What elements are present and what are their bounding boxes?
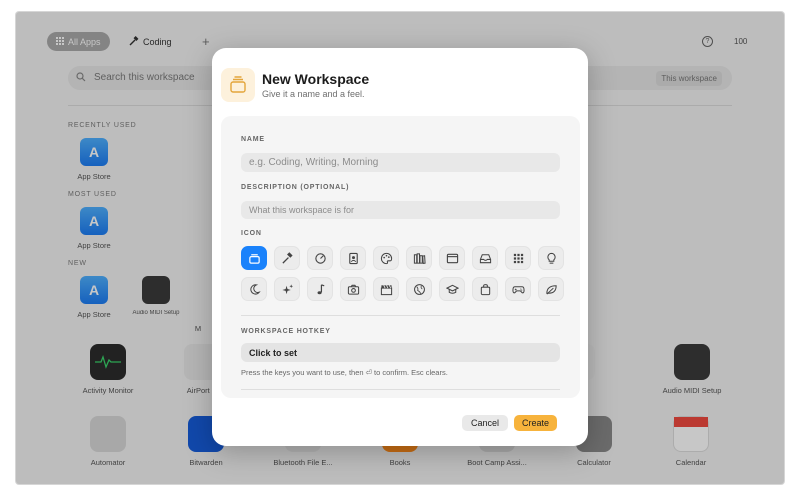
- dialog-subtitle: Give it a name and a feel.: [262, 89, 365, 99]
- lightbulb-icon: [546, 252, 556, 264]
- icon-option-window[interactable]: [439, 246, 465, 270]
- clapperboard-icon: [380, 284, 392, 295]
- camera-icon: [347, 284, 359, 295]
- icon-option-stack[interactable]: [241, 246, 267, 270]
- icon-option-hammer[interactable]: [274, 246, 300, 270]
- gamepad-icon: [511, 285, 525, 293]
- tray-icon: [479, 253, 491, 263]
- icon-option-tray[interactable]: [472, 246, 498, 270]
- window-icon: [446, 253, 458, 263]
- name-input[interactable]: [241, 153, 560, 172]
- description-input[interactable]: [241, 201, 560, 219]
- icon-option-grid[interactable]: [505, 246, 531, 270]
- icon-option-sparkles[interactable]: [274, 277, 300, 301]
- icon-option-globe[interactable]: [406, 277, 432, 301]
- grid-icon: [513, 253, 523, 263]
- icon-option-gauge[interactable]: [307, 246, 333, 270]
- gauge-icon: [314, 252, 326, 264]
- dialog-header: New Workspace Give it a name and a feel.: [212, 48, 588, 116]
- hotkey-label: WORKSPACE HOTKEY: [241, 328, 331, 335]
- leaf-icon: [545, 284, 557, 294]
- stack-icon: [248, 253, 260, 264]
- hotkey-record-button[interactable]: Click to set: [241, 343, 560, 362]
- icon-option-graduation-cap[interactable]: [439, 277, 465, 301]
- bag-icon: [480, 283, 490, 295]
- icon-option-music-note[interactable]: [307, 277, 333, 301]
- icon-option-moon[interactable]: [241, 277, 267, 301]
- dialog-footer: Cancel Create: [212, 400, 588, 446]
- new-workspace-dialog: New Workspace Give it a name and a feel.…: [212, 48, 588, 446]
- icon-option-clapperboard[interactable]: [373, 277, 399, 301]
- divider: [241, 389, 560, 390]
- portrait-icon: [348, 252, 358, 264]
- sparkles-icon: [281, 283, 293, 294]
- hotkey-hint: Press the keys you want to use, then ⏎ t…: [241, 368, 448, 377]
- cancel-button[interactable]: Cancel: [462, 415, 509, 431]
- dialog-title: New Workspace: [262, 71, 370, 87]
- icon-option-leaf[interactable]: [538, 277, 564, 301]
- graduation-cap-icon: [445, 284, 459, 294]
- divider: [241, 315, 560, 316]
- icon-option-palette[interactable]: [373, 246, 399, 270]
- music-note-icon: [317, 283, 324, 294]
- description-label: DESCRIPTION (OPTIONAL): [241, 184, 350, 191]
- moon-icon: [249, 283, 261, 295]
- books-icon: [413, 252, 426, 264]
- icon-option-books[interactable]: [406, 246, 432, 270]
- create-button[interactable]: Create: [514, 415, 558, 431]
- palette-icon: [380, 252, 392, 264]
- icon-option-portrait[interactable]: [340, 246, 366, 270]
- stack-icon: [221, 68, 255, 102]
- app-window: All Apps Coding + ? 100 Search this work…: [16, 12, 784, 484]
- icon-option-gamepad[interactable]: [505, 277, 531, 301]
- dialog-form: NAME DESCRIPTION (OPTIONAL) ICON: [221, 116, 580, 398]
- hammer-icon: [281, 251, 293, 264]
- globe-icon: [413, 283, 425, 295]
- icon-option-camera[interactable]: [340, 277, 366, 301]
- icon-label: ICON: [241, 230, 262, 237]
- icon-option-bag[interactable]: [472, 277, 498, 301]
- icon-option-lightbulb[interactable]: [538, 246, 564, 270]
- name-label: NAME: [241, 136, 265, 143]
